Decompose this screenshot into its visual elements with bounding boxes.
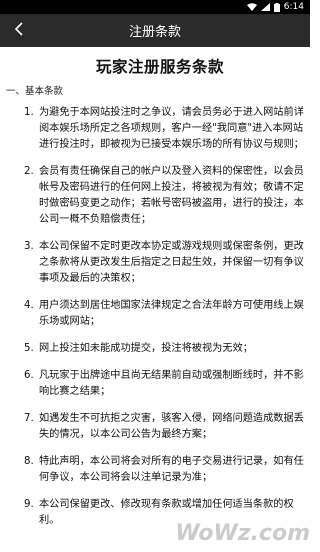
term-item: 8. 特此声明，本公司将会对所有的电子交易进行记录，如有任何争议，本公司将会以注单… — [24, 454, 308, 486]
chevron-left-icon — [14, 21, 24, 40]
term-text: 凡玩家于出牌途中且尚无结果前自动或强制断线时，并不影响比赛之结果； — [39, 370, 304, 397]
document-title: 玩家注册服务条款 — [95, 58, 224, 76]
term-text: 网上投注如未能成功提交，投注将被视为无效； — [39, 343, 253, 354]
term-number: 9. — [24, 499, 34, 510]
terms-list: 1. 为避免于本网站投注时之争议，请会员务必于进入网站前详阅本娱乐场所定之各项规则… — [0, 105, 320, 529]
term-number: 5. — [24, 343, 34, 354]
page-title: 注册条款 — [128, 25, 181, 40]
term-item: 2. 会员有责任确保自己的帐户以及登入资料的保密性，以会员帐号及密码进行的任何网上… — [24, 164, 308, 228]
term-number: 8. — [24, 456, 34, 467]
term-item: 1. 为避免于本网站投注时之争议，请会员务必于进入网站前详阅本娱乐场所定之各项规则… — [24, 105, 308, 153]
status-time: 6:14 — [283, 2, 304, 12]
term-number: 7. — [24, 413, 34, 424]
app-bar: 注册条款 — [0, 14, 310, 47]
term-text: 如遇发生不可抗拒之灾害，骇客入侵，网络问题造成数据丢失的情况，以本公司公告为最终… — [39, 413, 304, 440]
term-text: 为避免于本网站投注时之争议，请会员务必于进入网站前详阅本娱乐场所定之各项规则，客… — [39, 107, 304, 150]
status-bar: 6:14 — [0, 0, 310, 14]
term-item: 5. 网上投注如未能成功提交，投注将被视为无效； — [24, 341, 308, 357]
terms-content[interactable]: 玩家注册服务条款 一、基本条款 1. 为避免于本网站投注时之争议，请会员务必于进入… — [0, 47, 320, 552]
term-text: 特此声明，本公司将会对所有的电子交易进行记录，如有任何争议，本公司将会以注单记录… — [39, 456, 304, 483]
term-number: 4. — [24, 300, 34, 311]
term-number: 6. — [24, 370, 34, 381]
term-number: 1. — [24, 107, 34, 118]
term-item: 7. 如遇发生不可抗拒之灾害，骇客入侵，网络问题造成数据丢失的情况，以本公司公告为… — [24, 411, 308, 443]
term-item: 9. 本公司保留更改、修改现有条款或增加任何适当条款的权利。 — [24, 497, 308, 529]
term-number: 3. — [24, 241, 34, 252]
term-text: 用户须达到居住地国家法律规定之合法年龄方可使用线上娱乐场或网站； — [39, 300, 304, 327]
term-text: 本公司保留更改、修改现有条款或增加任何适当条款的权利。 — [39, 499, 294, 526]
term-item: 6. 凡玩家于出牌途中且尚无结果前自动或强制断线时，并不影响比赛之结果； — [24, 368, 308, 400]
term-text: 会员有责任确保自己的帐户以及登入资料的保密性，以会员帐号及密码进行的任何网上投注… — [39, 166, 304, 225]
term-text: 本公司保留不定时更改本协定或游戏规则或保密条例，更改之条款将从更改发生后指定之日… — [39, 241, 304, 284]
term-number: 2. — [24, 166, 34, 177]
term-item: 4. 用户须达到居住地国家法律规定之合法年龄方可使用线上娱乐场或网站； — [24, 298, 308, 330]
wifi-icon — [246, 3, 257, 11]
battery-icon — [273, 2, 280, 12]
section-header: 一、基本条款 — [6, 86, 64, 97]
signal-icon — [260, 3, 270, 11]
back-button[interactable] — [6, 14, 32, 47]
term-item: 3. 本公司保留不定时更改本协定或游戏规则或保密条例，更改之条款将从更改发生后指定… — [24, 239, 308, 287]
